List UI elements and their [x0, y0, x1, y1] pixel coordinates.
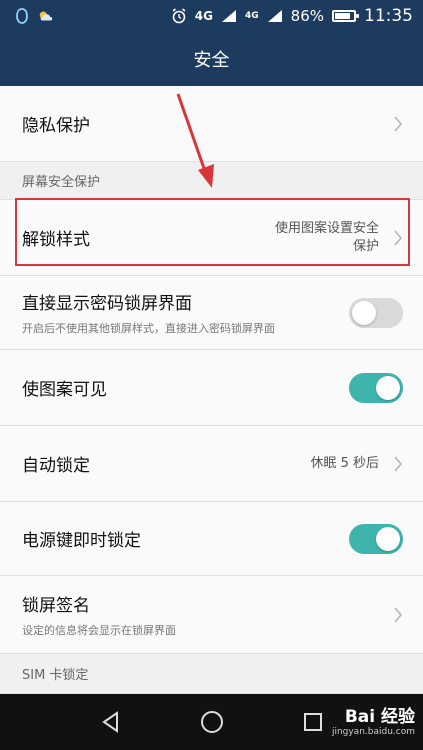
- weather-cloud-icon: [38, 8, 54, 24]
- home-button[interactable]: [199, 709, 225, 735]
- row-power-lock-text: 电源键即时锁定: [22, 526, 349, 551]
- row-auto-lock-value: 休眠 5 秒后: [310, 455, 379, 471]
- toggle-knob: [376, 375, 400, 400]
- chevron-right-icon: [394, 606, 403, 623]
- row-power-lock[interactable]: 电源键即时锁定: [0, 502, 423, 576]
- signal-icon-secondary: [267, 8, 283, 24]
- row-unlock-style-text: 解锁样式: [22, 225, 275, 250]
- clock-time: 11:35: [364, 6, 413, 26]
- row-unlock-style[interactable]: 解锁样式 使用图案设置安全 保护: [0, 200, 423, 276]
- battery-percent: 86%: [290, 7, 324, 25]
- chevron-right-icon: [394, 229, 403, 246]
- unlock-style-value-line1: 使用图案设置安全: [274, 220, 379, 236]
- row-pattern-visible[interactable]: 使图案可见: [0, 350, 423, 426]
- row-direct-password-subtitle: 开启后不使用其他锁屏样式，直接进入密码锁屏界面: [22, 322, 275, 335]
- alarm-icon: [171, 8, 187, 24]
- row-lock-signature-subtitle: 设定的信息将会显示在锁屏界面: [22, 624, 176, 637]
- title-bar: 安全: [0, 32, 423, 86]
- row-auto-lock-text: 自动锁定: [22, 451, 310, 476]
- chevron-right-icon: [394, 455, 403, 472]
- page-title: 安全: [193, 50, 230, 71]
- network-4g-label: 4G: [194, 9, 213, 23]
- section-screen-label: 屏幕安全保护: [22, 175, 101, 190]
- signal-icon: [221, 8, 237, 24]
- recents-square-icon: [303, 713, 322, 731]
- watermark-brand: Bai 经验: [344, 707, 415, 727]
- row-lock-signature-text: 锁屏签名 设定的信息将会显示在锁屏界面: [22, 591, 393, 638]
- battery-icon: [332, 10, 359, 22]
- row-lock-signature-title: 锁屏签名: [22, 596, 90, 616]
- toggle-knob: [376, 526, 400, 551]
- row-unlock-style-title: 解锁样式: [22, 230, 90, 250]
- annotation-arrow-icon: [176, 93, 214, 188]
- row-lock-signature[interactable]: 锁屏签名 设定的信息将会显示在锁屏界面: [0, 576, 423, 654]
- row-direct-password-text: 直接显示密码锁屏界面 开启后不使用其他锁屏样式，直接进入密码锁屏界面: [22, 289, 349, 336]
- back-button[interactable]: [98, 709, 124, 735]
- row-pattern-visible-title: 使图案可见: [22, 380, 107, 400]
- back-triangle-icon: [101, 711, 118, 733]
- chevron-right-icon: [394, 115, 403, 132]
- status-bar: 4G 4G 86% 11:35: [0, 0, 423, 32]
- row-unlock-style-value: 使用图案设置安全 保护: [275, 220, 379, 256]
- unlock-style-value-line2: 保护: [352, 238, 379, 254]
- assistant-icon: [14, 8, 30, 24]
- status-bar-right: 4G 4G 86% 11:35: [171, 6, 413, 26]
- baidu-watermark: Bai 经验 jingyan.baidu.com: [332, 702, 415, 737]
- row-direct-password-title: 直接显示密码锁屏界面: [22, 294, 192, 314]
- row-auto-lock-title: 自动锁定: [22, 456, 90, 476]
- pattern-visible-toggle[interactable]: [349, 372, 403, 403]
- row-direct-password[interactable]: 直接显示密码锁屏界面 开启后不使用其他锁屏样式，直接进入密码锁屏界面: [0, 276, 423, 350]
- row-pattern-visible-text: 使图案可见: [22, 375, 349, 400]
- toggle-knob: [352, 300, 376, 325]
- direct-password-toggle[interactable]: [349, 297, 403, 328]
- row-power-lock-title: 电源键即时锁定: [22, 531, 141, 551]
- watermark-url: jingyan.baidu.com: [331, 727, 415, 737]
- section-header-sim-lock: SIM 卡锁定: [0, 654, 423, 694]
- status-bar-left: [14, 8, 54, 24]
- row-auto-lock[interactable]: 自动锁定 休眠 5 秒后: [0, 426, 423, 502]
- network-4g-alt-label: 4G: [245, 11, 259, 21]
- power-lock-toggle[interactable]: [349, 523, 403, 554]
- section-sim-label: SIM 卡锁定: [22, 668, 89, 683]
- battery-fill: [335, 13, 351, 19]
- home-circle-icon: [200, 711, 223, 733]
- recents-button[interactable]: [300, 709, 326, 735]
